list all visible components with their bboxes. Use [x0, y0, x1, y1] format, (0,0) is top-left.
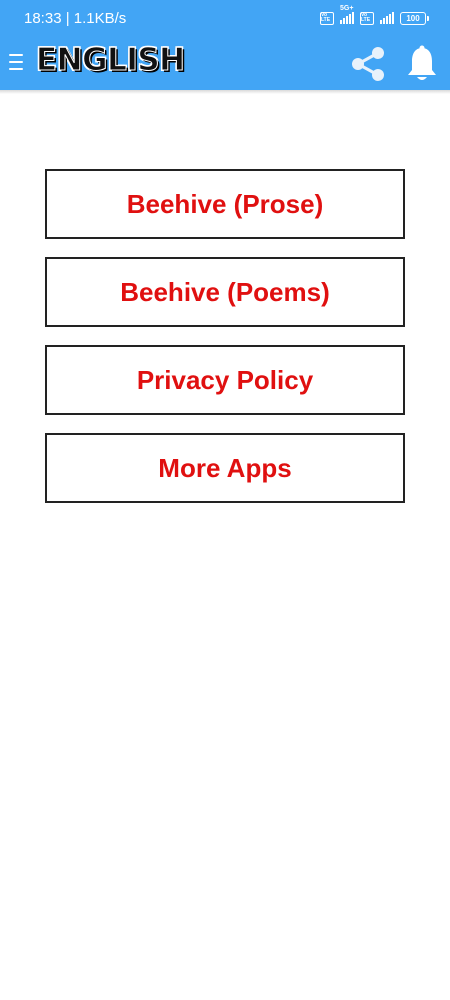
- more-apps-button[interactable]: More Apps: [45, 433, 405, 503]
- share-icon[interactable]: [348, 44, 388, 84]
- privacy-policy-button[interactable]: Privacy Policy: [45, 345, 405, 415]
- app-bar-shadow: [0, 90, 450, 94]
- hamburger-menu-icon[interactable]: [9, 52, 23, 72]
- beehive-poems-button[interactable]: Beehive (Poems): [45, 257, 405, 327]
- volte-badge-icon-2: Vo LTE: [360, 11, 374, 25]
- main-menu-list: Beehive (Prose) Beehive (Poems) Privacy …: [45, 169, 405, 521]
- signal-strength-icon: 5G+: [340, 5, 354, 24]
- status-icons: Vo LTE 5G+ Vo LTE 100: [320, 5, 429, 25]
- beehive-prose-button[interactable]: Beehive (Prose): [45, 169, 405, 239]
- app-bar: ENGLISH: [0, 36, 450, 90]
- volte-badge-icon: Vo LTE: [320, 11, 334, 25]
- app-title: ENGLISH: [36, 42, 186, 79]
- battery-level: 100: [406, 13, 420, 23]
- signal-strength-icon-2: [380, 12, 394, 24]
- status-time-speed: 18:33 | 1.1KB/s: [24, 9, 127, 27]
- network-type-label: 5G+: [340, 5, 354, 12]
- bell-icon[interactable]: [404, 44, 440, 84]
- status-bar: 18:33 | 1.1KB/s Vo LTE 5G+ Vo LTE 100: [0, 0, 450, 36]
- battery-icon: 100: [400, 11, 429, 25]
